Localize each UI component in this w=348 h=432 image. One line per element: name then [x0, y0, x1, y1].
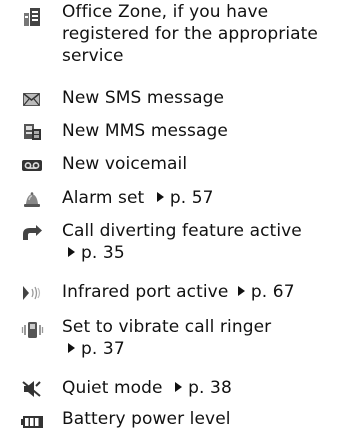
line: registered for the appropriate	[62, 24, 318, 44]
page-reference: p. 57	[150, 188, 214, 208]
list-item-text: Alarm set p. 57	[62, 187, 344, 209]
line: Alarm set	[62, 188, 145, 208]
triangle-right-icon	[237, 286, 245, 296]
triangle-right-icon	[175, 382, 183, 392]
triangle-right-icon	[156, 192, 164, 202]
office-zone-icon	[20, 7, 44, 27]
list-item-text: Quiet mode p. 38	[62, 377, 344, 399]
list-item-text: Call diverting feature active p. 35	[62, 220, 344, 264]
line: New MMS message	[62, 121, 228, 141]
page-reference: p. 37	[62, 338, 344, 360]
line: Set to vibrate call ringer	[62, 317, 272, 337]
line: New voicemail	[62, 154, 188, 174]
line: Infrared port active	[62, 282, 229, 302]
page-reference: p. 35	[62, 242, 344, 264]
list-item-text: Office Zone, if you have registered for …	[62, 1, 344, 67]
page-reference: p. 38	[168, 378, 232, 398]
vibrate-icon	[20, 320, 44, 340]
line: service	[62, 46, 124, 66]
mms-message-icon	[20, 122, 44, 142]
infrared-icon	[20, 283, 44, 303]
triangle-right-icon	[68, 343, 75, 353]
page-reference-text: p. 57	[169, 188, 214, 208]
alarm-bell-icon	[20, 189, 44, 209]
page-reference-text: p. 67	[250, 282, 295, 302]
page-reference-text: p. 38	[188, 378, 232, 398]
list-item-text: Infrared port active p. 67	[62, 281, 344, 303]
page-reference-text: p. 35	[81, 243, 125, 263]
call-divert-icon	[20, 224, 44, 244]
voicemail-icon	[20, 155, 44, 175]
page-reference: p. 67	[234, 282, 295, 302]
line: New SMS message	[62, 88, 225, 108]
page-reference-text: p. 37	[81, 339, 125, 359]
quiet-mode-icon	[20, 379, 44, 399]
line: Office Zone, if you have	[62, 2, 269, 22]
list-item-text: Battery power level	[62, 408, 344, 430]
line: Quiet mode	[62, 378, 163, 398]
list-item-text: New MMS message	[62, 120, 344, 142]
battery-icon	[20, 412, 44, 432]
list-item-text: Set to vibrate call ringer p. 37	[62, 316, 344, 360]
line: Call diverting feature active	[62, 221, 302, 241]
triangle-right-icon	[68, 247, 75, 257]
envelope-icon	[20, 89, 44, 109]
line: Battery power level	[62, 409, 231, 429]
list-item-text: New SMS message	[62, 87, 344, 109]
list-item-text: New voicemail	[62, 153, 344, 175]
